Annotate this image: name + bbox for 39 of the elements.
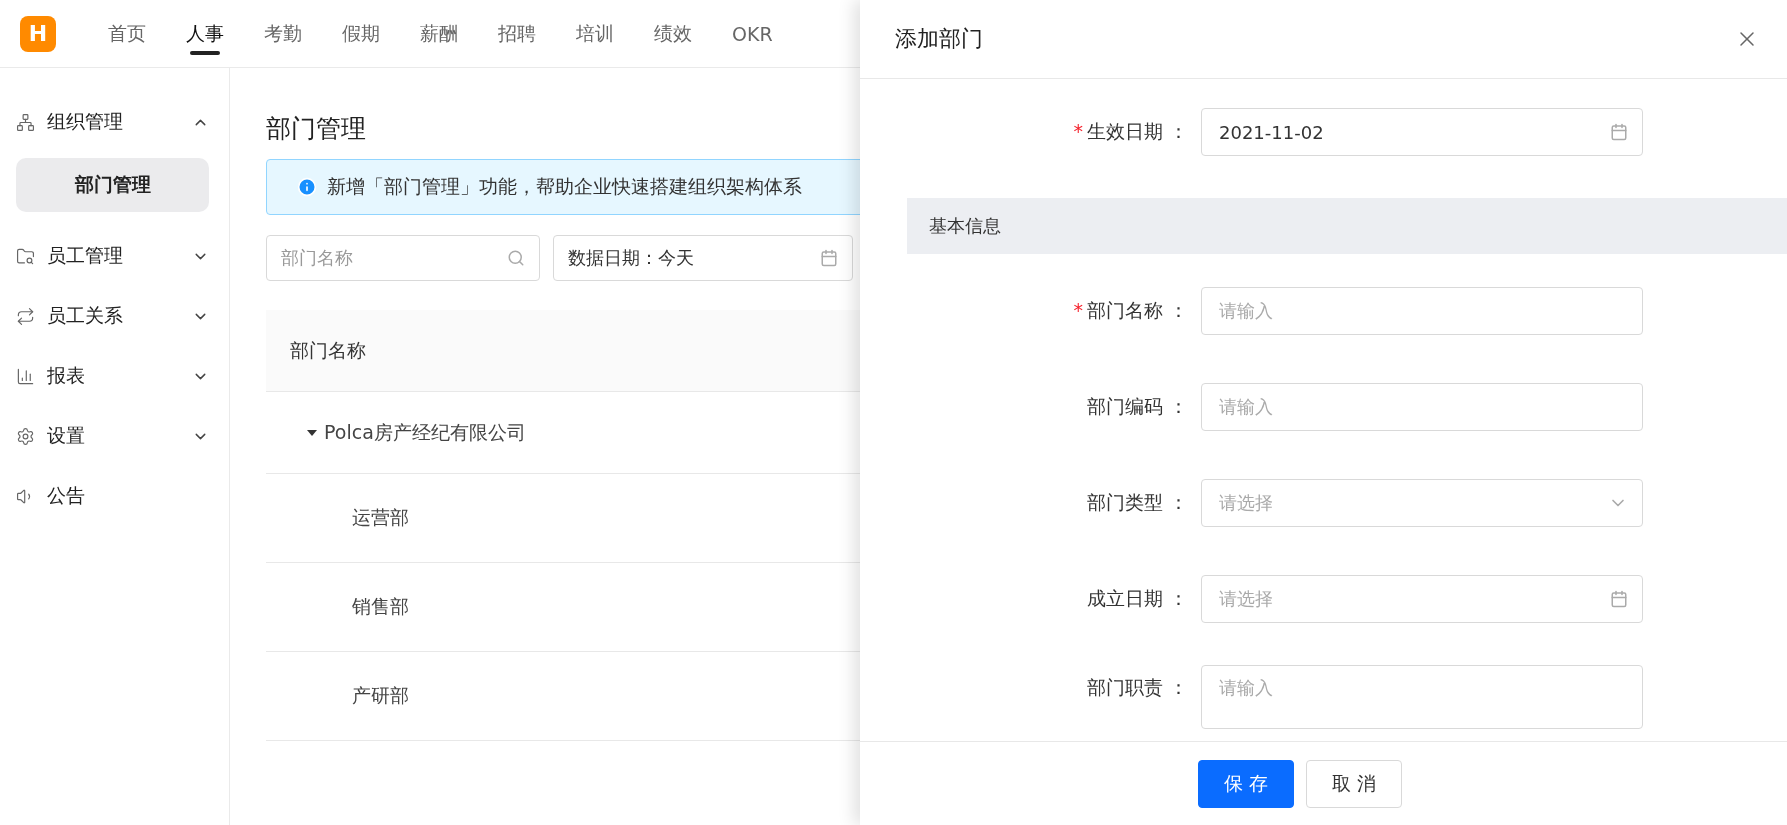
sidebar-subitem[interactable]: 部门管理 xyxy=(16,158,209,212)
nav-tab[interactable]: 人事 xyxy=(166,0,244,67)
drawer-title: 添加部门 xyxy=(895,25,983,53)
hierarchy-icon xyxy=(16,112,35,132)
nav-tab[interactable]: 薪酬 xyxy=(400,0,478,67)
nav-tab[interactable]: 培训 xyxy=(556,0,634,67)
field-label-text: 生效日期 ： xyxy=(1086,120,1188,142)
field-label-text: 部门编码 ： xyxy=(1086,395,1188,417)
page-title: 部门管理 xyxy=(266,113,366,145)
field-label-text: 部门类型 ： xyxy=(1086,491,1188,513)
calendar-icon xyxy=(1610,590,1628,608)
sidebar-item[interactable]: 公告 xyxy=(0,466,229,526)
cancel-button[interactable]: 取 消 xyxy=(1306,759,1402,808)
sidebar-item[interactable]: 报表 xyxy=(0,346,229,406)
banner-text: 新增「部门管理」功能，帮助企业快速搭建组织架构体系 xyxy=(327,174,802,199)
sidebar-item[interactable]: 员工关系 xyxy=(0,286,229,346)
nav-tab[interactable]: 招聘 xyxy=(478,0,556,67)
required-mark: * xyxy=(1073,120,1083,142)
date-filter[interactable]: 数据日期：今天 xyxy=(553,235,853,281)
nav-tab[interactable]: 首页 xyxy=(88,0,166,67)
section-header: 基本信息 xyxy=(907,198,1787,254)
caret-icon xyxy=(306,428,318,437)
date-field[interactable]: 2021-11-02 xyxy=(1201,108,1643,156)
settings-icon xyxy=(16,426,35,446)
nav-tab[interactable]: 绩效 xyxy=(634,0,712,67)
bar-chart-icon xyxy=(16,366,35,386)
nav-tab[interactable]: 假期 xyxy=(322,0,400,67)
search-icon xyxy=(507,249,525,267)
save-button[interactable]: 保 存 xyxy=(1198,759,1294,808)
info-icon xyxy=(297,177,317,197)
nav-tab[interactable]: OKR xyxy=(712,0,793,67)
nav-tab[interactable]: 考勤 xyxy=(244,0,322,67)
calendar-icon xyxy=(1610,123,1628,141)
sidebar-item[interactable]: 员工管理 xyxy=(0,226,229,286)
field-label-text: 部门职责 ： xyxy=(1086,676,1188,698)
sidebar-item[interactable]: 设置 xyxy=(0,406,229,466)
field-label-text: 成立日期 ： xyxy=(1086,587,1188,609)
sidebar-item[interactable]: 组织管理 xyxy=(0,92,229,152)
calendar-icon xyxy=(820,249,838,267)
